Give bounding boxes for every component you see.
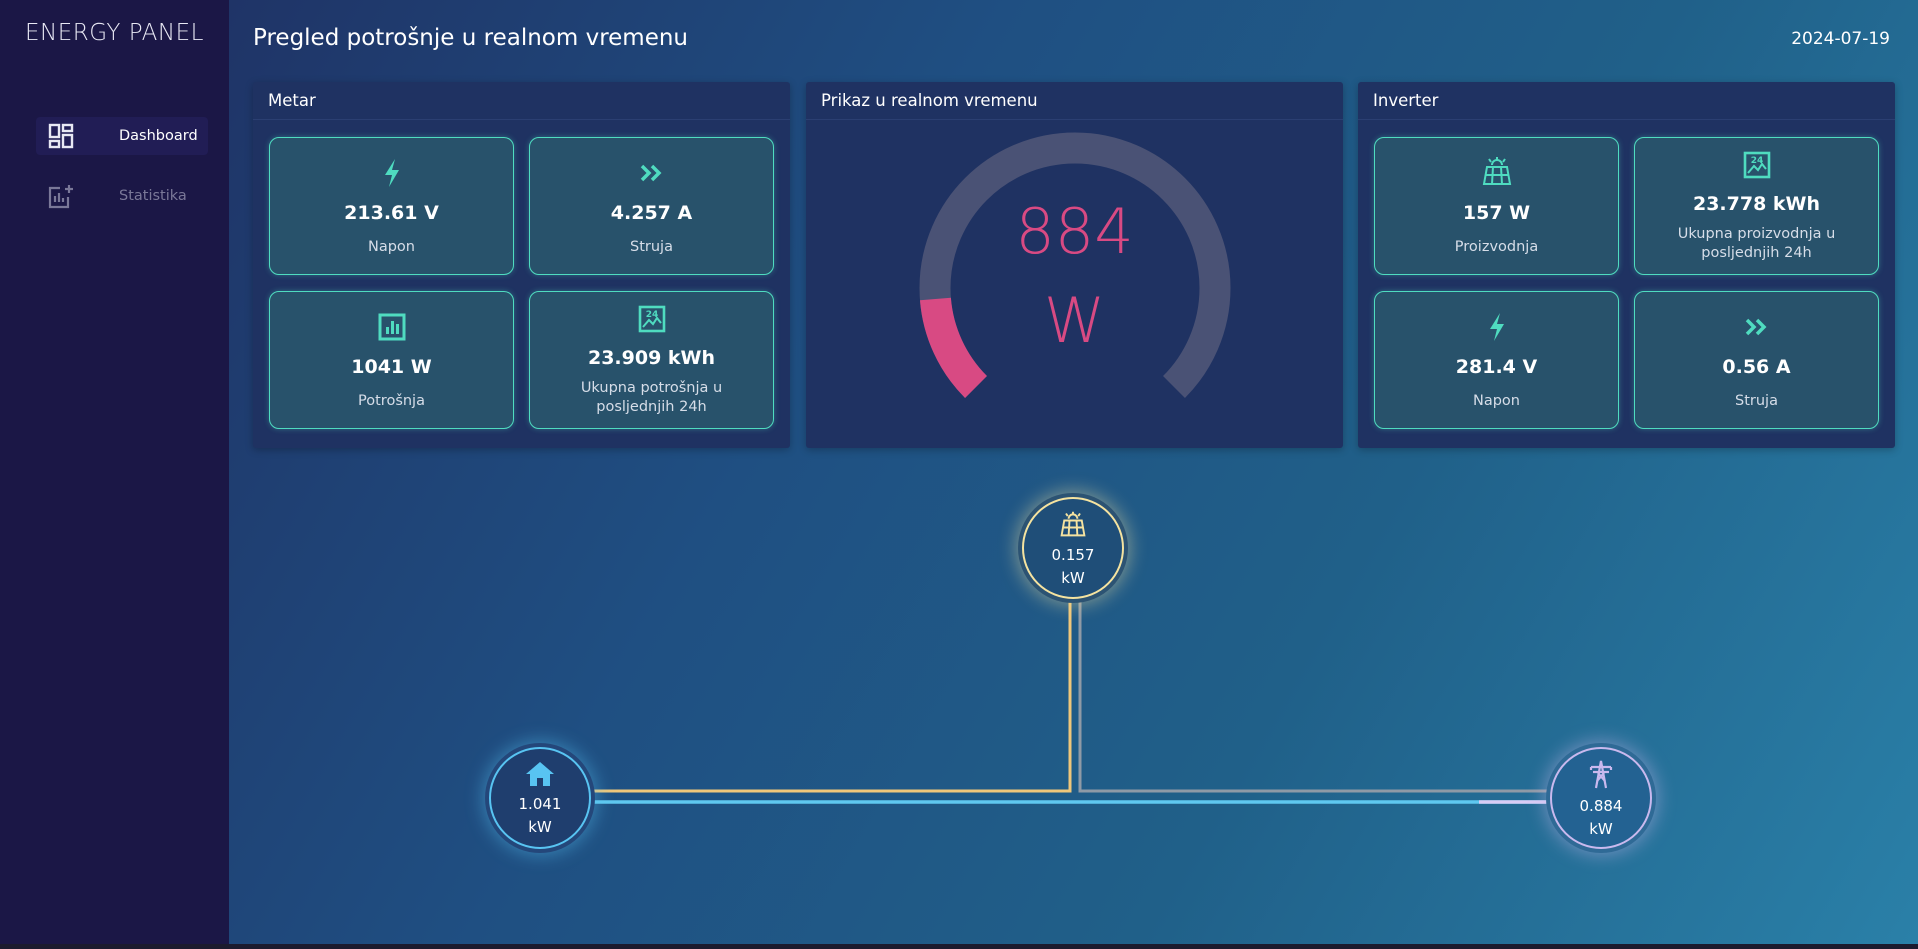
grid-node: 0.884 kW — [1550, 747, 1652, 849]
main-content: Pregled potrošnje u realnom vremenu 2024… — [229, 0, 1918, 944]
home-icon — [525, 761, 555, 791]
sidebar-item-label: Dashboard — [119, 128, 198, 144]
brand-logo: ENERGY PANEL — [25, 20, 204, 46]
sidebar-item-dashboard[interactable]: Dashboard — [36, 117, 208, 155]
home-node-value: 1.041 — [518, 794, 562, 813]
grid-node-value: 0.884 — [1579, 796, 1623, 815]
home-node-unit: kW — [528, 817, 552, 836]
solar-node-value: 0.157 — [1051, 545, 1095, 564]
power-tower-icon — [1588, 759, 1614, 793]
solar-node-unit: kW — [1061, 568, 1085, 587]
statistics-icon — [46, 181, 76, 211]
sidebar-item-statistika[interactable]: Statistika — [36, 177, 208, 215]
solar-panel-icon — [1059, 510, 1087, 542]
bottom-bar — [0, 944, 1918, 949]
grid-node-unit: kW — [1589, 819, 1613, 838]
dashboard-icon — [46, 121, 76, 151]
sidebar: ENERGY PANEL Dashboard Statistika — [0, 0, 229, 949]
solar-to-home-line — [586, 595, 1072, 793]
sidebar-item-label: Statistika — [119, 188, 187, 204]
energy-flow-lines — [586, 595, 1551, 804]
home-node: 1.041 kW — [489, 747, 591, 849]
solar-node: 0.157 kW — [1022, 497, 1124, 599]
solar-to-grid-line — [1078, 595, 1551, 793]
